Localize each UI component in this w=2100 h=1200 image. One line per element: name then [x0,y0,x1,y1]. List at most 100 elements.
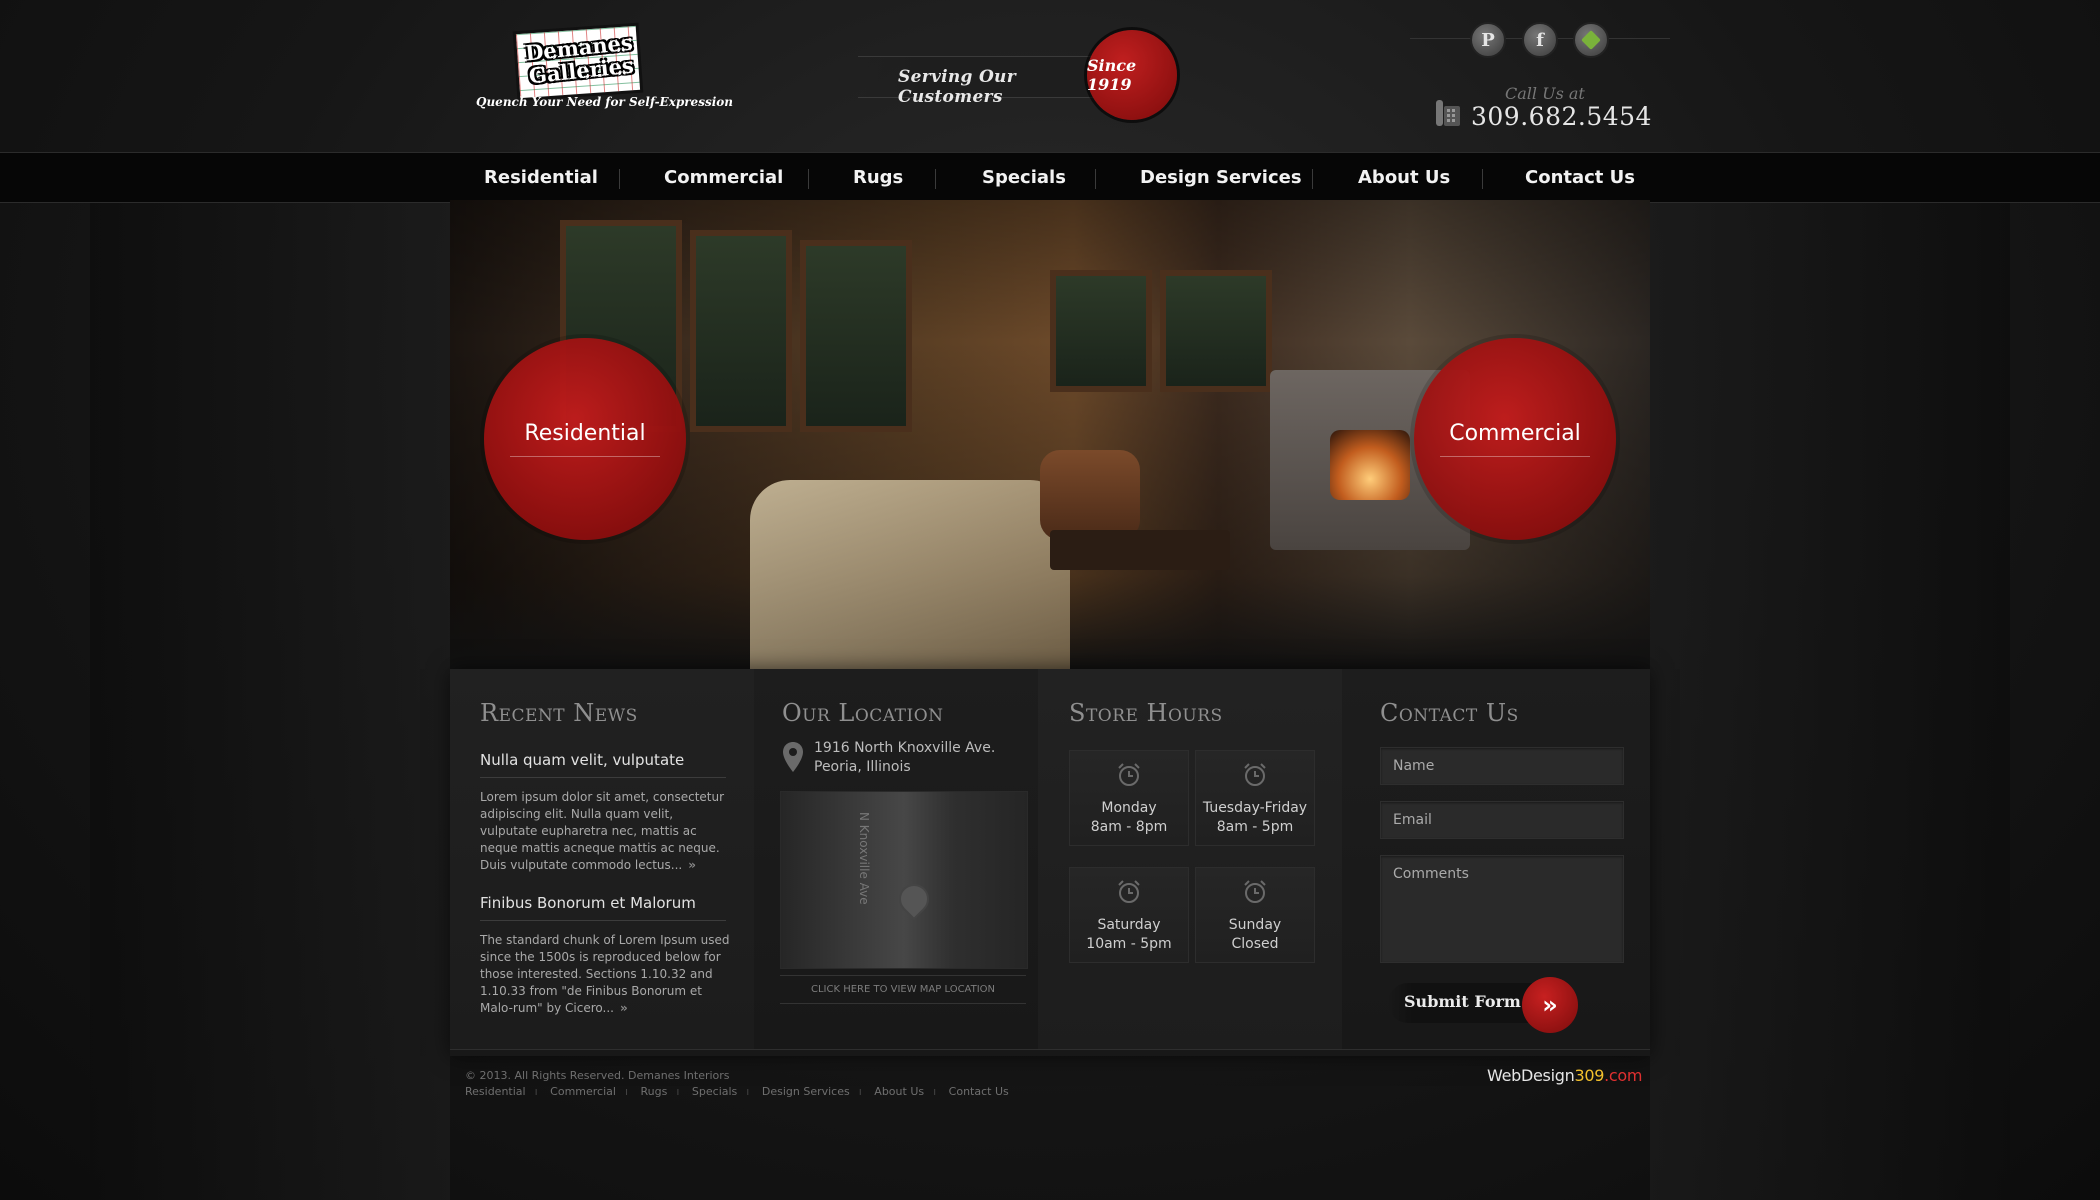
hero-banner: Residential Commercial [0,200,2100,670]
email-field[interactable] [1381,802,1633,828]
since-badge: Since 1919 [1087,30,1177,120]
name-field-wrapper [1380,747,1633,785]
footer-separator: ı [933,1085,937,1098]
hours-card: Sunday Closed [1195,867,1315,963]
nav-separator [1312,169,1313,189]
news-item-title[interactable]: Finibus Bonorum et Malorum [480,894,696,912]
photo-table [1050,530,1230,570]
news-item-body: Lorem ipsum dolor sit amet, consectetur … [480,789,730,874]
residential-circle-link[interactable]: Residential [484,338,686,540]
news-item-title[interactable]: Nulla quam velit, vulputate [480,751,684,769]
pinterest-icon[interactable]: P [1470,22,1506,58]
logo[interactable]: Demanes Galleries Quench Your Need for S… [476,25,733,116]
alarm-clock-icon [1244,763,1266,786]
serving-text: Serving Our Customers [898,67,1016,107]
logo-tagline: Quench Your Need for Self-Expression [476,95,733,109]
designer-credit[interactable]: WebDesign309.com [1487,1066,1642,1085]
copyright: © 2013. All Rights Reserved. Demanes Int… [465,1069,730,1082]
photo-window [1160,270,1272,392]
news-item-text: The standard chunk of Lorem Ipsum used s… [480,933,730,1015]
houzz-glyph [1581,30,1601,50]
hours-day: Sunday [1228,917,1282,933]
phone-number[interactable]: 309.682.5454 [1471,102,1652,131]
commercial-circle-label: Commercial [1440,421,1590,457]
contact-title: Contact Us [1380,699,1519,727]
footer-link-rugs[interactable]: Rugs [641,1085,668,1098]
map-street-label: N Knoxville Ave [857,812,871,905]
store-hours-title: Store Hours [1069,699,1223,727]
submit-form-button[interactable]: Submit Form » [1388,977,1578,1033]
alarm-clock-icon [1118,880,1140,903]
facebook-icon[interactable]: f [1522,22,1558,58]
footer-links: Residential ı Commercial ı Rugs ı Specials ı… [465,1085,1009,1098]
comments-field[interactable] [1381,856,1633,930]
footer-link-design-services[interactable]: Design Services [762,1085,850,1098]
serving-banner: Serving Our Customers [858,56,1098,107]
pinterest-glyph: P [1481,29,1495,51]
nav-item-design-services[interactable]: Design Services [1140,167,1302,188]
credit-part-c: .com [1604,1066,1643,1085]
nav-separator [619,169,620,189]
houzz-icon[interactable] [1573,22,1609,58]
call-label: Call Us at [1505,84,1585,103]
read-more-icon[interactable]: » [620,1001,628,1015]
facebook-glyph: f [1536,29,1544,51]
nav-item-about-us[interactable]: About Us [1358,167,1450,188]
nav-item-rugs[interactable]: Rugs [853,167,903,188]
footer-separator: ı [676,1085,680,1098]
name-field[interactable] [1381,748,1633,774]
photo-window [800,240,912,432]
nav-separator [808,169,809,189]
site-header: Demanes Galleries Quench Your Need for S… [0,0,2100,152]
footer-link-contact-us[interactable]: Contact Us [949,1085,1009,1098]
photo-fire [1330,430,1410,500]
info-panel: Recent News Nulla quam velit, vulputate … [450,669,1650,1056]
news-divider [480,777,726,778]
residential-circle-label: Residential [510,421,660,457]
address-line1: 1916 North Knoxville Ave. [814,740,996,756]
hours-card: Monday 8am - 8pm [1069,750,1189,846]
panel-divider [450,1049,1650,1050]
credit-part-b: 309 [1574,1066,1605,1085]
nav-item-contact-us[interactable]: Contact Us [1525,167,1635,188]
address-line2: Peoria, Illinois [814,759,911,775]
hours-time: 8am - 8pm [1090,819,1168,835]
nav-separator [1482,169,1483,189]
social-links: P f [1410,20,1670,58]
photo-chair [1040,450,1140,540]
hours-card: Saturday 10am - 5pm [1069,867,1189,963]
main-nav: Residential Commercial Rugs Specials Des… [0,152,2100,203]
hours-day: Tuesday-Friday [1202,800,1308,816]
read-more-icon[interactable]: » [688,858,696,872]
news-item-body: The standard chunk of Lorem Ipsum used s… [480,932,730,1017]
hours-time: Closed [1231,936,1279,952]
photo-window [1050,270,1152,392]
location-address: 1916 North Knoxville Ave. Peoria, Illino… [814,739,995,777]
phone-icon [1436,100,1460,126]
commercial-circle-link[interactable]: Commercial [1414,338,1616,540]
comments-field-wrapper [1380,855,1633,963]
footer-link-specials[interactable]: Specials [692,1085,737,1098]
recent-news-title: Recent News [480,699,638,727]
hours-day: Monday [1101,800,1157,816]
email-field-wrapper [1380,801,1633,839]
footer-separator: ı [746,1085,750,1098]
nav-item-specials[interactable]: Specials [982,167,1066,188]
news-divider [480,920,726,921]
nav-separator [935,169,936,189]
footer-link-commercial[interactable]: Commercial [550,1085,616,1098]
credit-part-a: WebDesign [1487,1066,1575,1085]
footer-link-residential[interactable]: Residential [465,1085,526,1098]
alarm-clock-icon [1118,763,1140,786]
location-title: Our Location [782,699,944,727]
view-map-link[interactable]: CLICK HERE TO VIEW MAP LOCATION [780,975,1026,1004]
submit-arrow-icon[interactable]: » [1522,977,1578,1033]
footer-link-about-us[interactable]: About Us [874,1085,924,1098]
map-marker-icon [892,877,936,921]
alarm-clock-icon [1244,880,1266,903]
nav-item-residential[interactable]: Residential [484,167,598,188]
footer-separator: ı [858,1085,862,1098]
hours-time: 10am - 5pm [1086,936,1172,952]
nav-item-commercial[interactable]: Commercial [664,167,783,188]
map-thumbnail[interactable]: N Knoxville Ave [780,791,1028,969]
